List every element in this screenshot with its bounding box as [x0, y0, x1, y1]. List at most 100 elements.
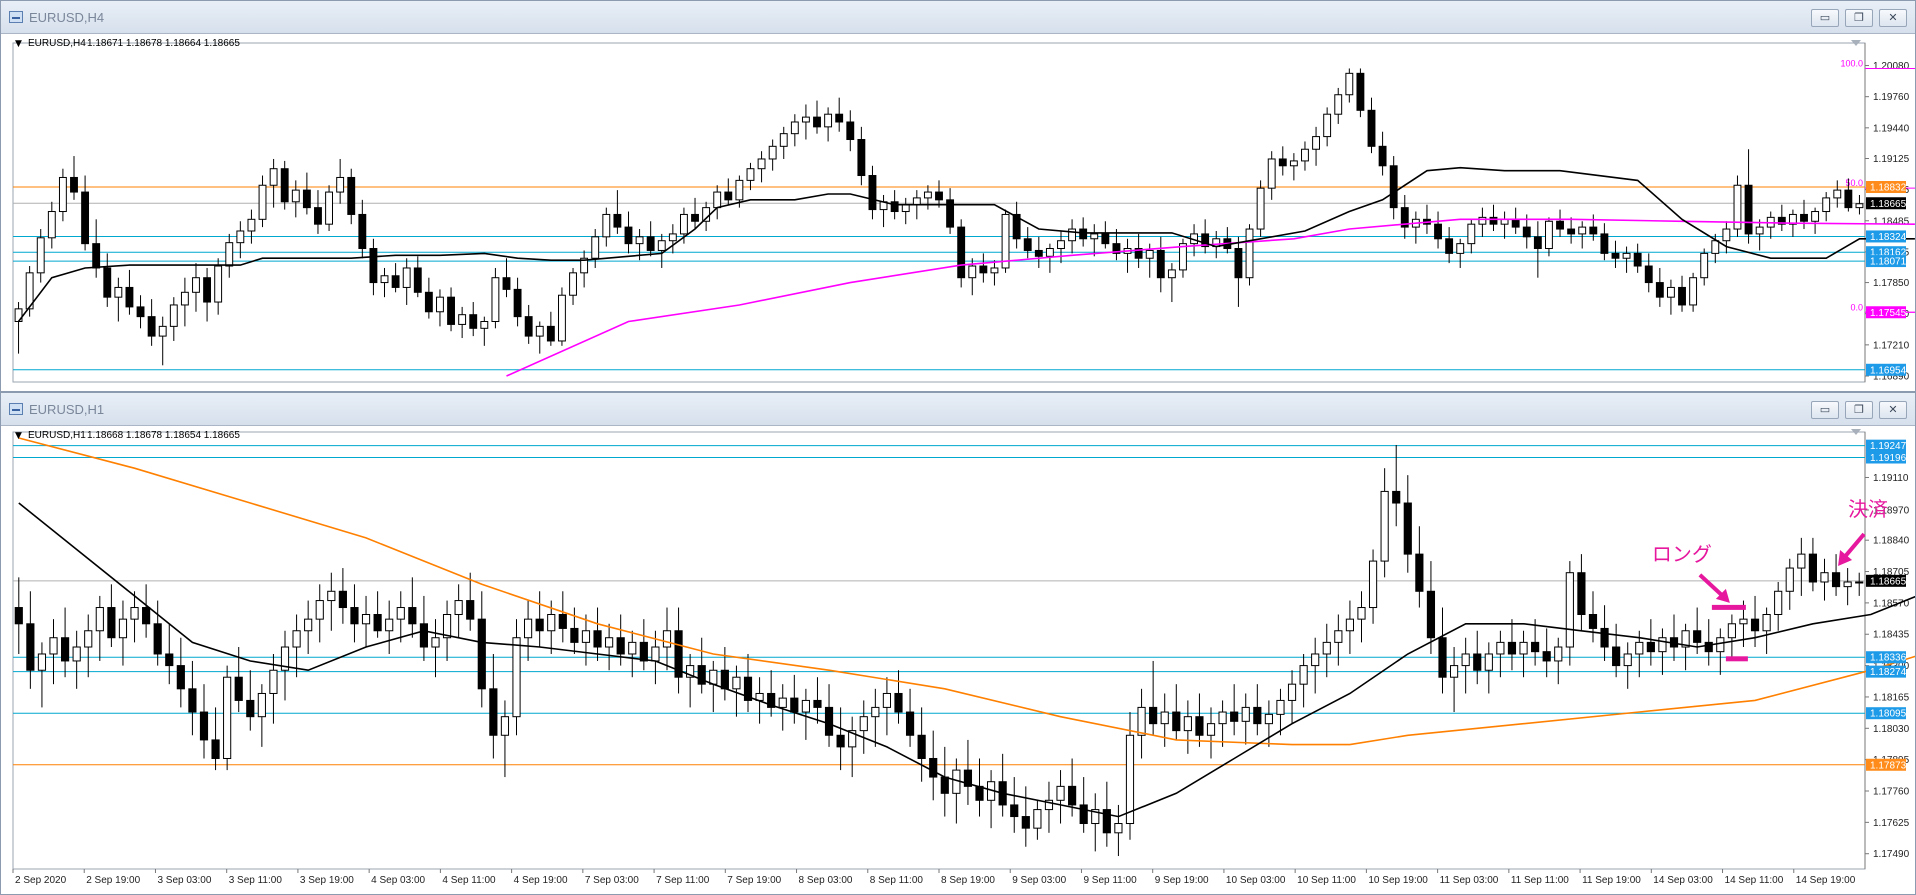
title-bar-h4[interactable]: EURUSD,H4 ▭ ❐ ✕	[1, 1, 1915, 34]
candle-down	[846, 121, 855, 141]
candle-up	[257, 692, 266, 718]
chart-window-h1[interactable]: EURUSD,H1 ▭ ❐ ✕ 1.19110 1.18970 1.18840 1.1…	[0, 392, 1916, 895]
candle-down	[203, 277, 212, 303]
candle-down	[502, 277, 511, 290]
candle-up	[968, 265, 977, 279]
candle-up	[679, 213, 688, 235]
candle-down	[940, 776, 949, 794]
candle-down	[1079, 228, 1088, 240]
candle-down	[1800, 213, 1808, 222]
window-title-h1: EURUSD,H1	[29, 402, 105, 417]
candle-up	[1689, 277, 1698, 306]
candle-down	[1678, 286, 1686, 306]
candle-up	[258, 184, 267, 220]
candle-up	[1380, 490, 1389, 562]
time-tick-label: 14 Sep 19:00	[1796, 875, 1856, 886]
candle-down	[347, 176, 356, 215]
candle-down	[929, 757, 938, 778]
candle-down	[1511, 218, 1520, 228]
chart-info-ohlc: 1.18668 1.18678 1.18654 1.18665	[87, 430, 240, 441]
maximize-button[interactable]: ❐	[1845, 401, 1873, 419]
candle-down	[1556, 220, 1564, 230]
maximize-button[interactable]: ❐	[1845, 9, 1873, 27]
window-title-h4: EURUSD,H4	[29, 10, 105, 25]
candle-up	[223, 676, 232, 759]
price-tag-label: 1.18274	[1870, 667, 1907, 678]
candle-down	[724, 191, 733, 201]
price-tag-label: 1.17873	[1870, 760, 1907, 771]
candle-down	[1567, 228, 1576, 235]
price-tag-label: 1.16954	[1870, 365, 1907, 376]
price-chart-h4[interactable]: 1.200801.197601.194401.191251.188051.184…	[1, 34, 1915, 391]
time-tick-label: 4 Sep 19:00	[514, 875, 568, 886]
candle-down	[1831, 572, 1841, 588]
candle-up	[269, 168, 278, 186]
candle-up	[1578, 226, 1587, 235]
candle-up	[1762, 614, 1771, 632]
minimize-button[interactable]: ▭	[1811, 401, 1839, 419]
candle-down	[413, 267, 422, 293]
close-button[interactable]: ✕	[1879, 9, 1907, 27]
candle-down	[1489, 216, 1498, 225]
minimize-button[interactable]: ▭	[1811, 9, 1839, 27]
candle-up	[602, 213, 611, 238]
candle-down	[165, 653, 174, 667]
price-tick-label: 1.19440	[1873, 123, 1910, 134]
candle-up	[1449, 665, 1459, 678]
time-tick-label: 3 Sep 19:00	[300, 875, 354, 886]
price-tag-label: 1.18071	[1870, 257, 1907, 268]
candle-up	[95, 607, 104, 632]
candle-down	[890, 201, 899, 213]
candle-up	[1357, 607, 1366, 620]
candle-down	[1278, 158, 1287, 167]
candle-up	[1700, 252, 1709, 279]
candle-down	[103, 267, 112, 298]
title-bar-h1[interactable]: EURUSD,H1 ▭ ❐ ✕	[1, 393, 1915, 426]
candle-down	[570, 627, 579, 643]
candle-down	[824, 706, 834, 736]
candle-down	[369, 248, 378, 284]
chart-info-ohlc: 1.18671 1.18678 1.18664 1.18665	[87, 38, 240, 49]
candle-down	[868, 175, 877, 211]
candle-up	[735, 179, 744, 201]
candle-up	[1160, 711, 1169, 725]
candle-down	[176, 665, 185, 690]
candle-up	[1478, 216, 1487, 225]
time-tick-label: 2 Sep 19:00	[86, 875, 140, 886]
candle-up	[662, 630, 672, 648]
candle-down	[1068, 785, 1077, 806]
candle-down	[1600, 233, 1609, 254]
candle-down	[466, 600, 475, 620]
candle-up	[1711, 240, 1720, 254]
candle-down	[199, 711, 209, 741]
chart-window-h4[interactable]: EURUSD,H4 ▭ ❐ ✕ 1.20080 1.19760 1.19440 1.1…	[0, 0, 1916, 392]
candle-down	[1589, 226, 1598, 235]
candle-up	[1245, 228, 1254, 279]
candle-down	[979, 265, 988, 274]
candle-up	[315, 600, 324, 620]
candle-up	[1299, 665, 1308, 685]
candle-down	[1611, 252, 1620, 259]
candle-up	[651, 646, 660, 662]
candle-up	[709, 669, 718, 685]
candle-up	[1045, 248, 1054, 257]
candle-down	[26, 623, 35, 671]
candle-up	[1722, 228, 1731, 242]
candle-up	[757, 158, 766, 170]
candle-up	[14, 308, 23, 322]
time-tick-label: 7 Sep 19:00	[727, 875, 781, 886]
candle-up	[291, 189, 300, 203]
candle-down	[153, 623, 162, 655]
price-chart-h1[interactable]: 1.191101.189701.188401.187051.185701.184…	[1, 426, 1915, 894]
candle-up	[1623, 653, 1632, 667]
candle-up	[431, 637, 440, 648]
candle-down	[1704, 641, 1713, 653]
price-tick-label: 1.19125	[1873, 154, 1910, 165]
candle-down	[1750, 618, 1760, 632]
close-button[interactable]: ✕	[1879, 401, 1907, 419]
price-tick-label: 1.18165	[1873, 692, 1910, 703]
candle-up	[901, 204, 910, 213]
price-tick-label: 1.18435	[1873, 630, 1910, 641]
candle-down	[280, 168, 289, 203]
candle-up	[1666, 286, 1675, 298]
